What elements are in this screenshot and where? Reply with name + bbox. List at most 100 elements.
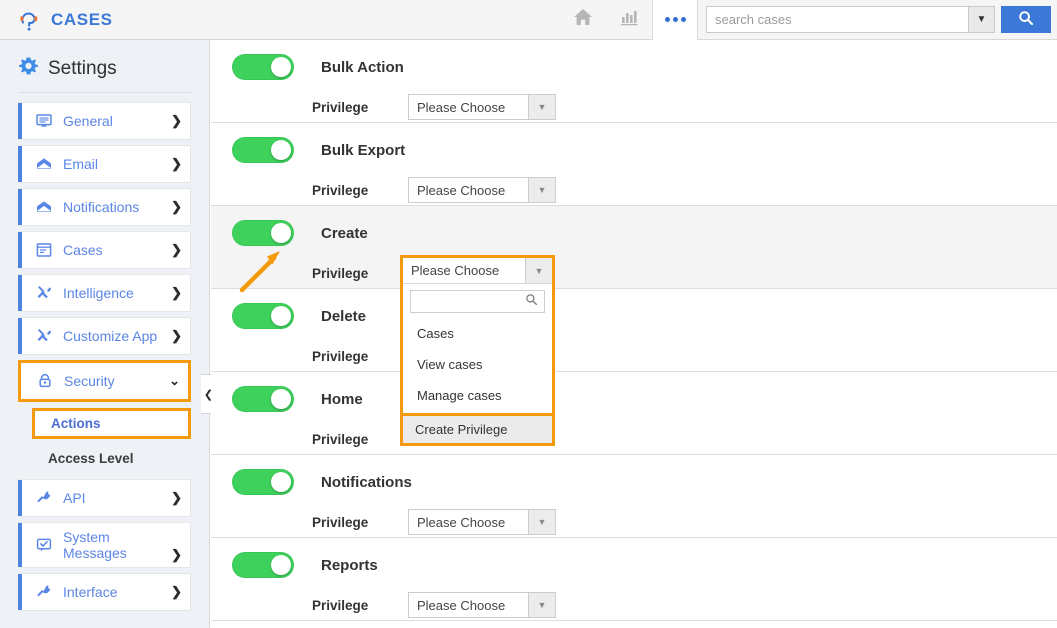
home-button[interactable] <box>560 0 606 40</box>
tools-icon <box>34 284 54 302</box>
permission-toggle[interactable] <box>232 220 294 246</box>
active-accent-bar <box>18 103 22 139</box>
toggle-knob <box>271 306 291 326</box>
privilege-select-value: Please Choose <box>417 99 506 115</box>
privilege-control: Privilege Please Choose ▼ <box>211 592 1057 618</box>
sidebar-subitem-actions[interactable]: Actions <box>32 408 191 439</box>
toggle-knob <box>271 140 291 160</box>
dropdown-option-manage-cases[interactable]: Manage cases <box>403 380 552 411</box>
permission-header: Create <box>211 220 1057 246</box>
brand-name: CASES <box>51 9 113 29</box>
permission-toggle[interactable] <box>232 137 294 163</box>
privilege-control: Privilege Please Choose ▼ <box>211 177 1057 203</box>
sidebar-subitem-access-level[interactable]: Access Level <box>18 445 191 471</box>
headset-question-logo-icon <box>16 7 42 33</box>
sidebar-item-label: Intelligence <box>63 285 134 301</box>
dropdown-selected-value: Please Choose <box>411 263 500 278</box>
dropdown-option-cases[interactable]: Cases <box>403 318 552 349</box>
sidebar-item-label: Customize App <box>63 328 158 344</box>
privilege-select-value: Please Choose <box>417 182 506 198</box>
permission-toggle[interactable] <box>232 469 294 495</box>
permission-row: Delete Privilege Please Choose ▼ <box>211 289 1057 372</box>
search-icon <box>525 293 538 311</box>
page-title: Settings <box>48 58 117 79</box>
search-scope-dropdown[interactable]: ▼ <box>968 6 995 33</box>
permission-toggle[interactable] <box>232 552 294 578</box>
permission-name: Bulk Export <box>321 141 406 159</box>
dropdown-option-label: Create Privilege <box>415 422 508 437</box>
dropdown-option-create-privilege[interactable]: Create Privilege <box>400 413 555 446</box>
permission-header: Home <box>211 386 1057 412</box>
permission-toggle[interactable] <box>232 54 294 80</box>
sidebar-subitem-label: Actions <box>51 416 101 431</box>
privilege-label: Privilege <box>312 514 369 530</box>
permission-header: Bulk Action <box>211 54 1057 80</box>
home-icon <box>572 6 594 33</box>
header-icon-group <box>560 0 698 40</box>
brand[interactable]: CASES <box>0 7 560 33</box>
permission-name: Delete <box>321 307 367 325</box>
toggle-knob <box>271 472 291 492</box>
dropdown-option-label: Cases <box>417 326 454 341</box>
active-accent-bar <box>18 318 22 354</box>
permission-row: Bulk Export Privilege Please Choose ▼ <box>211 123 1057 206</box>
privilege-label: Privilege <box>312 348 369 364</box>
privilege-control: Privilege Please Choose ▼ <box>211 94 1057 120</box>
reports-button[interactable] <box>606 0 652 40</box>
active-accent-bar <box>18 480 22 516</box>
bar-chart-icon <box>619 7 639 32</box>
chevron-right-icon: ❯ <box>171 490 182 505</box>
privilege-dropdown-open: Please Choose ▼ Cases View cases Manage … <box>400 255 555 446</box>
app-root: CASES search cases ▼ Settings General ❯ … <box>0 0 1057 628</box>
dropdown-option-label: View cases <box>417 357 483 372</box>
dropdown-search-wrap <box>403 284 552 318</box>
sidebar-item-notifications[interactable]: Notifications ❯ <box>18 188 191 226</box>
search-submit-button[interactable] <box>1001 6 1051 33</box>
tools-icon <box>34 327 54 345</box>
sidebar-item-api[interactable]: API ❯ <box>18 479 191 517</box>
active-accent-bar <box>18 275 22 311</box>
more-dots-icon <box>664 17 686 22</box>
permission-name: Create <box>321 224 368 242</box>
sidebar-item-system-messages[interactable]: System Messages ❯ <box>18 522 191 568</box>
dropdown-search-input[interactable] <box>410 290 545 313</box>
privilege-label: Privilege <box>312 597 369 613</box>
privilege-control: Privilege Please Choose ▼ <box>211 509 1057 535</box>
permission-toggle[interactable] <box>232 386 294 412</box>
active-accent-bar <box>18 523 22 567</box>
sidebar-item-email[interactable]: Email ❯ <box>18 145 191 183</box>
plug-icon <box>34 583 54 601</box>
sidebar-nav: General ❯ Email ❯ Notifications ❯ Cases … <box>0 93 209 611</box>
active-accent-bar <box>18 146 22 182</box>
permission-name: Notifications <box>321 473 412 491</box>
dropdown-option-view-cases[interactable]: View cases <box>403 349 552 380</box>
caret-down-icon: ▼ <box>525 258 552 283</box>
privilege-select[interactable]: Please Choose ▼ <box>408 94 556 120</box>
chevron-down-icon: ▼ <box>976 14 987 25</box>
permission-name: Bulk Action <box>321 58 404 76</box>
caret-down-icon: ▼ <box>528 510 555 534</box>
active-accent-bar <box>18 574 22 610</box>
sidebar-item-intelligence[interactable]: Intelligence ❯ <box>18 274 191 312</box>
privilege-label: Privilege <box>312 99 369 115</box>
more-menu-button[interactable] <box>652 0 698 40</box>
chevron-down-icon: ⌄ <box>169 373 180 388</box>
sidebar-item-cases[interactable]: Cases ❯ <box>18 231 191 269</box>
active-accent-bar <box>18 189 22 225</box>
sidebar-item-label: System Messages <box>63 529 127 561</box>
permission-header: Delete <box>211 303 1057 329</box>
search-input[interactable] <box>706 6 968 33</box>
permission-toggle[interactable] <box>232 303 294 329</box>
toggle-knob <box>271 389 291 409</box>
privilege-select[interactable]: Please Choose ▼ <box>408 509 556 535</box>
privilege-select[interactable]: Please Choose ▼ <box>408 177 556 203</box>
privilege-select[interactable]: Please Choose ▼ <box>408 592 556 618</box>
sidebar-item-security[interactable]: Security ⌄ <box>18 360 191 402</box>
sidebar-item-customize-app[interactable]: Customize App ❯ <box>18 317 191 355</box>
dropdown-trigger[interactable]: Please Choose ▼ <box>403 258 552 284</box>
gear-icon <box>18 56 39 82</box>
sidebar-item-general[interactable]: General ❯ <box>18 102 191 140</box>
plug-icon <box>34 489 54 507</box>
permission-name: Reports <box>321 556 378 574</box>
sidebar-item-interface[interactable]: Interface ❯ <box>18 573 191 611</box>
